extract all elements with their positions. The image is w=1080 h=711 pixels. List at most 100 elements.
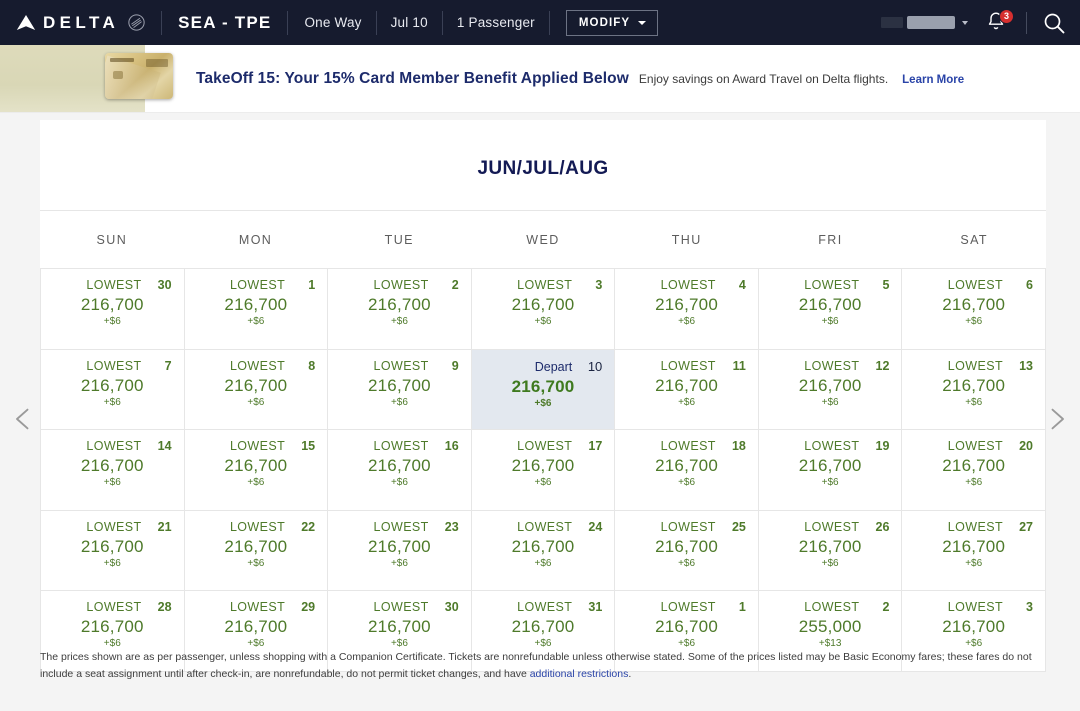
calendar-day-cell[interactable]: LOWEST 23 216,700 +$6 — [328, 510, 472, 591]
tax-amount: +$6 — [247, 396, 265, 408]
weekday-header-row: SUN MON TUE WED THU FRI SAT — [40, 210, 1046, 268]
banner-title: TakeOff 15: Your 15% Card Member Benefit… — [196, 69, 629, 87]
tax-amount: +$6 — [103, 396, 121, 408]
day-number: 24 — [588, 519, 603, 534]
tax-amount: +$6 — [821, 477, 839, 488]
avatar — [881, 17, 903, 28]
account-menu[interactable] — [881, 16, 968, 29]
miles-price: 216,700 — [367, 536, 431, 556]
weekday-header-thu: THU — [671, 233, 702, 247]
day-cell-header: LOWEST 22 — [197, 520, 315, 534]
day-number: 20 — [1019, 439, 1033, 453]
modify-search-button[interactable]: MODIFY — [565, 9, 659, 36]
calendar-day-cell[interactable]: LOWEST 26 216,700 +$6 — [758, 510, 903, 591]
header-divider-6 — [1026, 11, 1027, 34]
additional-restrictions-link[interactable]: additional restrictions — [530, 668, 629, 680]
miles-price: 216,700 — [367, 617, 431, 636]
passenger-count-label[interactable]: 1 Passenger — [457, 15, 535, 30]
next-month-arrow-icon[interactable] — [1042, 405, 1070, 433]
day-number: 2 — [451, 278, 459, 292]
weekday-header-fri: FRI — [818, 233, 843, 247]
day-cell-header: LOWEST 9 — [340, 359, 459, 373]
site-header: DELTA SEA - TPE One Way Jul 10 1 Passeng… — [0, 0, 1080, 45]
calendar-day-cell[interactable]: LOWEST 24 216,700 +$6 — [471, 510, 616, 591]
delta-logo[interactable]: DELTA — [16, 14, 145, 31]
fare-status-label: Depart — [534, 359, 573, 374]
travel-date-label[interactable]: Jul 10 — [391, 15, 428, 30]
tax-amount: +$6 — [103, 638, 121, 649]
day-cell-header: LOWEST 8 — [197, 359, 315, 373]
calendar-day-cell[interactable]: LOWEST 11 216,700 +$6 — [615, 349, 759, 430]
day-cell-header: LOWEST 3 — [484, 278, 603, 292]
calendar-day-cell-selected[interactable]: Depart 10 216,700 +$6 — [471, 349, 616, 430]
calendar-day-cell[interactable]: LOWEST 17 216,700 +$6 — [471, 430, 616, 511]
tax-amount: +$13 — [818, 638, 842, 649]
banner-subtitle: Enjoy savings on Award Travel on Delta f… — [638, 71, 889, 86]
day-number: 9 — [451, 358, 459, 373]
miles-price: 216,700 — [511, 376, 575, 396]
miles-price: 216,700 — [367, 375, 431, 395]
calendar-day-cell[interactable]: LOWEST 1 216,700 +$6 — [184, 269, 329, 350]
day-cell-header: LOWEST 21 — [53, 520, 171, 534]
fare-status-label: LOWEST — [86, 600, 142, 614]
calendar-day-cell[interactable]: LOWEST 30 216,700 +$6 — [41, 269, 185, 350]
notifications-button[interactable]: 3 — [984, 8, 1014, 36]
calendar-card: JUN/JUL/AUG SUN MON TUE WED THU FRI SAT LOWEST… — [40, 120, 1046, 672]
fare-disclaimer: The prices shown are as per passenger, u… — [40, 649, 1050, 684]
day-cell-header: LOWEST 7 — [53, 358, 172, 373]
day-cell-header: LOWEST 4 — [627, 278, 746, 292]
calendar-day-cell[interactable]: LOWEST 25 216,700 +$6 — [615, 510, 759, 591]
calendar-day-cell[interactable]: LOWEST 4 216,700 +$6 — [615, 269, 759, 350]
account-name-redacted — [907, 16, 955, 29]
header-divider-1 — [161, 10, 163, 35]
calendar-day-cell[interactable]: LOWEST 12 216,700 +$6 — [758, 349, 903, 430]
card-chip-icon — [113, 71, 123, 79]
calendar-day-cell[interactable]: LOWEST 8 216,700 +$6 — [184, 349, 329, 430]
day-number: 19 — [875, 439, 890, 453]
calendar-day-cell[interactable]: LOWEST 5 216,700 +$6 — [758, 269, 903, 350]
miles-price: 216,700 — [511, 456, 575, 475]
calendar-day-cell[interactable]: LOWEST 20 216,700 +$6 — [902, 430, 1046, 511]
calendar-day-cell[interactable]: LOWEST 3 216,700 +$6 — [471, 269, 616, 350]
day-number: 3 — [595, 278, 603, 292]
calendar-day-cell[interactable]: LOWEST 13 216,700 +$6 — [902, 349, 1046, 430]
tax-amount: +$6 — [247, 638, 265, 649]
fare-status-label: LOWEST — [947, 519, 1003, 534]
banner-learn-more-link[interactable]: Learn More — [902, 74, 964, 86]
calendar-day-cell[interactable]: LOWEST 14 216,700 +$6 — [41, 430, 185, 511]
calendar-day-cell[interactable]: LOWEST 2 216,700 +$6 — [328, 269, 472, 350]
tax-amount: +$6 — [534, 477, 552, 488]
fare-status-label: LOWEST — [86, 358, 142, 373]
miles-price: 216,700 — [798, 295, 862, 314]
delta-widget-icon — [16, 15, 36, 30]
day-cell-header: LOWEST 3 — [914, 600, 1033, 614]
calendar-day-cell[interactable]: LOWEST 21 216,700 +$6 — [41, 510, 185, 591]
day-cell-header: LOWEST 6 — [914, 278, 1033, 292]
miles-price: 216,700 — [224, 375, 288, 395]
calendar-day-cell[interactable]: LOWEST 9 216,700 +$6 — [328, 349, 472, 430]
fare-status-label: LOWEST — [660, 519, 716, 534]
day-number: 28 — [157, 600, 172, 614]
notification-badge: 3 — [999, 8, 1014, 24]
calendar-day-cell[interactable]: LOWEST 22 216,700 +$6 — [184, 510, 329, 591]
miles-price: 216,700 — [511, 536, 575, 556]
day-number: 30 — [157, 278, 172, 292]
day-cell-header: LOWEST 27 — [914, 520, 1033, 534]
weekday-header-sun: SUN — [96, 233, 128, 247]
previous-month-arrow-icon[interactable] — [10, 405, 38, 433]
fare-status-label: LOWEST — [660, 439, 716, 453]
miles-price: 216,700 — [367, 295, 431, 314]
calendar-day-cell[interactable]: LOWEST 6 216,700 +$6 — [902, 269, 1046, 350]
calendar-day-cell[interactable]: LOWEST 7 216,700 +$6 — [41, 349, 185, 430]
search-icon[interactable] — [1042, 11, 1066, 35]
calendar-day-cell[interactable]: LOWEST 18 216,700 +$6 — [615, 430, 759, 511]
tax-amount: +$6 — [965, 638, 983, 649]
calendar-day-cell[interactable]: LOWEST 19 216,700 +$6 — [758, 430, 903, 511]
calendar-day-cell[interactable]: LOWEST 27 216,700 +$6 — [902, 510, 1046, 591]
calendar-day-cell[interactable]: LOWEST 15 216,700 +$6 — [184, 430, 329, 511]
calendar-day-cell[interactable]: LOWEST 16 216,700 +$6 — [328, 430, 472, 511]
fare-status-label: LOWEST — [373, 519, 429, 534]
trip-type-label[interactable]: One Way — [304, 15, 361, 30]
miles-price: 216,700 — [942, 375, 1006, 395]
day-number: 7 — [164, 358, 172, 373]
